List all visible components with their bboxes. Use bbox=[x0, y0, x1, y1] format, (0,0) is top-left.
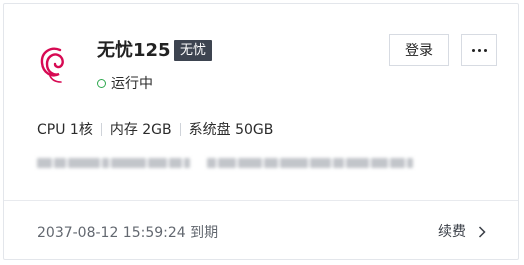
chevron-right-icon bbox=[478, 226, 486, 238]
instance-specs: CPU 1核 内存 2GB 系统盘 50GB bbox=[37, 119, 273, 139]
login-button-label: 登录 bbox=[405, 43, 433, 59]
instance-card: 无忧125 无忧 运行中 登录 CPU 1核 内存 2GB 系统盘 50GB 2… bbox=[3, 3, 519, 260]
card-divider bbox=[4, 200, 518, 201]
login-button[interactable]: 登录 bbox=[389, 34, 449, 66]
instance-name: 无忧125 bbox=[97, 40, 171, 61]
status-indicator: 运行中 bbox=[97, 73, 153, 93]
cpu-spec: CPU 1核 bbox=[37, 122, 93, 138]
expire-time: 2037-08-12 15:59:24 到期 bbox=[37, 225, 219, 241]
redacted-ip-addresses bbox=[37, 154, 414, 172]
more-icon bbox=[471, 48, 487, 52]
spec-divider bbox=[100, 122, 102, 136]
more-actions-button[interactable] bbox=[461, 34, 497, 66]
debian-logo-icon bbox=[37, 42, 73, 84]
status-label: 运行中 bbox=[111, 76, 153, 92]
status-running-icon bbox=[97, 78, 106, 88]
spec-divider bbox=[179, 122, 181, 136]
renew-label: 续费 bbox=[438, 224, 466, 240]
disk-spec: 系统盘 50GB bbox=[188, 122, 274, 138]
memory-spec: 内存 2GB bbox=[109, 122, 172, 138]
renew-link[interactable]: 续费 bbox=[438, 221, 486, 243]
instance-tag-badge: 无忧 bbox=[174, 40, 213, 61]
